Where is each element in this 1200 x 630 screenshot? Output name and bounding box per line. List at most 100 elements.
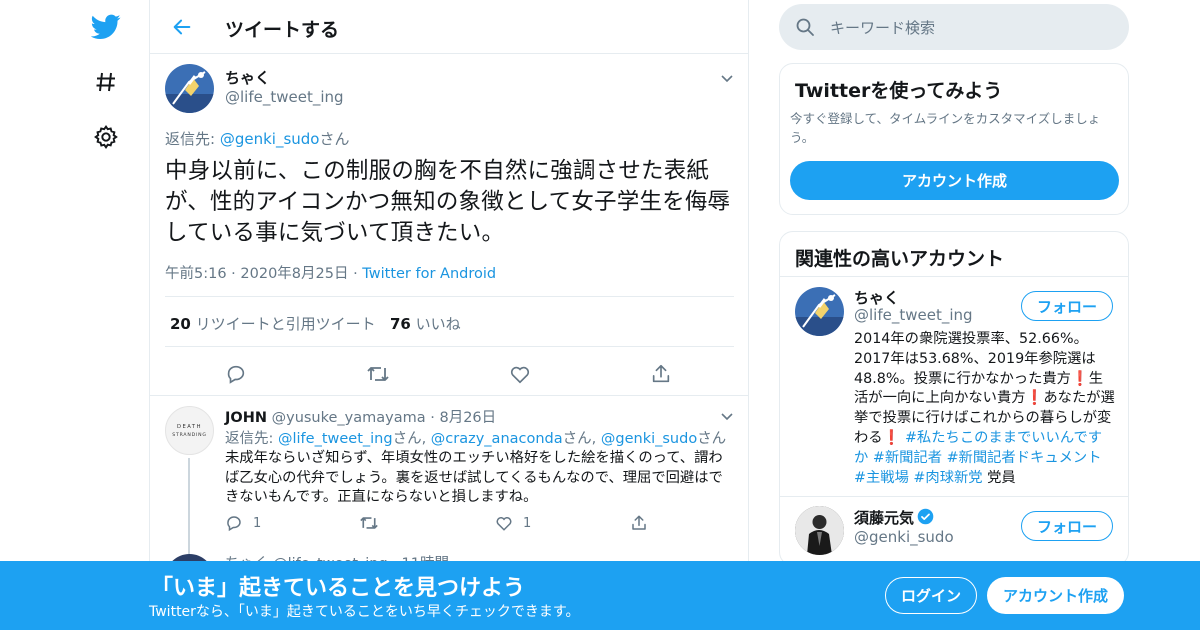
hashtag-link[interactable]: #肉球新党 — [913, 470, 982, 486]
main-tweet: ちゃく @life_tweet_ing 返信先: @genki_sudoさん 中… — [150, 54, 748, 396]
follow-button[interactable]: フォロー — [1021, 511, 1113, 541]
author-name[interactable]: JOHN — [225, 410, 267, 426]
heart-icon[interactable] — [506, 360, 534, 388]
timeline-column: ツイートする ちゃく @life_tweet_ing 返信先: @genki_s… — [149, 0, 749, 630]
reply-icon — [227, 516, 241, 532]
reply-icon[interactable] — [222, 360, 250, 388]
reply-header: JOHN @yusuke_yamayama · 8月26日 — [225, 406, 496, 427]
chevron-down-icon[interactable] — [719, 70, 735, 86]
tweet-actions: 1 1 — [225, 514, 725, 536]
avatar-logo-line-2: STRANDING — [172, 432, 206, 438]
search-input[interactable]: キーワード検索 — [830, 17, 935, 38]
search-bar[interactable]: キーワード検索 — [779, 4, 1129, 50]
hashtag-link[interactable]: #新聞記者ドキュメント — [947, 450, 1102, 466]
mention-link[interactable]: @crazy_anaconda — [431, 431, 563, 447]
like-button[interactable]: 1 — [495, 514, 531, 532]
page-title: ツイートする — [225, 19, 340, 41]
tweet-text: 未成年ならいざ知らず、年頃女性のエッチい格好をした絵を描くのって、謂わば乙女心の… — [225, 450, 723, 505]
retweet-stat[interactable]: 20 リツイートと引用ツイート — [170, 313, 376, 334]
reply-tweet[interactable]: DEATH STRANDING JOHN @yusuke_yamayama · … — [150, 396, 748, 558]
mention-suffix: さん — [562, 431, 592, 447]
banner-subtitle: Twitterなら、「いま」起きていることをいち早くチェックできます。 — [149, 604, 580, 620]
verified-badge-icon — [917, 508, 934, 529]
follow-button[interactable]: フォロー — [1021, 291, 1113, 321]
tweet-meta: 午前5:16 · 2020年8月25日 · Twitter for Androi… — [165, 262, 496, 283]
back-arrow-icon[interactable] — [164, 9, 200, 45]
like-count: 76 — [390, 315, 411, 333]
hashtag-link[interactable]: #主戦場 — [854, 470, 909, 486]
tweet-date[interactable]: 2020年8月25日 — [240, 266, 348, 282]
hashtag-icon[interactable] — [87, 63, 125, 101]
page-root: ツイートする ちゃく @life_tweet_ing 返信先: @genki_s… — [0, 0, 1200, 630]
tweet-stats: 20 リツイートと引用ツイート 76 いいね — [165, 296, 734, 347]
retweet-icon — [360, 517, 378, 529]
account-handle[interactable]: @genki_sudo — [854, 528, 954, 546]
timeline-header: ツイートする — [150, 0, 748, 54]
tweet-date[interactable]: 8月26日 — [439, 410, 496, 426]
avatar[interactable] — [795, 287, 844, 336]
share-button[interactable] — [630, 514, 648, 532]
login-button[interactable]: ログイン — [885, 577, 977, 614]
retweet-button[interactable] — [359, 514, 379, 532]
search-icon — [795, 17, 815, 37]
reply-to-line: 返信先: @genki_sudoさん — [165, 128, 349, 149]
left-nav — [75, 0, 137, 630]
mention-separator: , — [591, 431, 601, 447]
mention-suffix: さん — [697, 431, 727, 447]
like-stat[interactable]: 76 いいね — [390, 313, 461, 334]
account-name[interactable]: ちゃく — [854, 287, 899, 308]
mention-suffix: さん — [392, 431, 422, 447]
share-icon[interactable] — [647, 360, 675, 388]
signup-button[interactable]: アカウント作成 — [987, 577, 1124, 614]
create-account-button[interactable]: アカウント作成 — [790, 161, 1119, 200]
avatar[interactable] — [795, 506, 844, 555]
tweet-time[interactable]: 午前5:16 — [165, 266, 227, 282]
retweet-icon[interactable] — [364, 360, 392, 388]
signup-card-description: 今すぐ登録して、タイムラインをカスタマイズしましょう。 — [790, 111, 1101, 145]
account-name-text: 須藤元気 — [854, 509, 915, 527]
signup-card-title: Twitterを使ってみよう — [795, 80, 1003, 102]
retweet-count: 20 — [170, 315, 191, 333]
account-name[interactable]: 須藤元気 — [854, 507, 934, 529]
account-handle[interactable]: @life_tweet_ing — [854, 306, 973, 324]
like-label: いいね — [415, 315, 461, 333]
mention-link[interactable]: @genki_sudo — [220, 130, 320, 148]
mention-separator: , — [421, 431, 431, 447]
reply-count: 1 — [253, 515, 262, 531]
signup-card: Twitterを使ってみよう 今すぐ登録して、タイムラインをカスタマイズしましょ… — [779, 63, 1129, 215]
retweet-label: リツイートと引用ツイート — [195, 315, 376, 333]
tweet-source[interactable]: Twitter for Android — [362, 266, 496, 282]
like-count: 1 — [523, 515, 532, 531]
reply-to-prefix: 返信先: — [165, 130, 220, 148]
bio-text: 党員 — [982, 469, 1016, 486]
twitter-bird-icon[interactable] — [87, 8, 125, 46]
divider — [780, 496, 1128, 497]
author-name[interactable]: ちゃく — [225, 67, 270, 88]
chevron-down-icon[interactable] — [719, 408, 735, 424]
avatar[interactable] — [165, 64, 214, 113]
divider — [780, 276, 1128, 277]
heart-icon — [496, 517, 512, 531]
related-accounts-title: 関連性の高いアカウント — [795, 248, 1005, 270]
tweet-text: 中身以前に、この制服の胸を不自然に強調させた表紙が、性的アイコンかつ無知の象徴と… — [165, 158, 731, 246]
hashtag-link[interactable]: #新聞記者 — [873, 450, 942, 466]
banner-title: 「いま」起きていることを見つけよう — [151, 576, 526, 601]
meta-separator: · — [231, 266, 236, 282]
exclamation-icon: ❗ — [1070, 370, 1089, 387]
thread-line — [188, 458, 190, 558]
avatar[interactable]: DEATH STRANDING — [165, 406, 214, 455]
reply-button[interactable]: 1 — [225, 514, 261, 532]
reply-to-suffix: さん — [319, 130, 350, 148]
gear-icon[interactable] — [87, 118, 125, 156]
reply-to-line: 返信先: @life_tweet_ingさん, @crazy_anacondaさ… — [225, 427, 726, 448]
mention-link[interactable]: @genki_sudo — [601, 431, 697, 447]
author-handle[interactable]: @life_tweet_ing — [225, 88, 344, 106]
mention-link[interactable]: @life_tweet_ing — [278, 431, 393, 447]
reply-to-prefix: 返信先: — [225, 431, 278, 447]
account-bio: 2014年の衆院選投票率、52.66%。2017年は53.68%、2019年参院… — [854, 330, 1116, 488]
exclamation-icon: ❗ — [1025, 390, 1044, 407]
avatar-logo-line-1: DEATH — [177, 424, 202, 430]
bio-text: 2014年の衆院選投票率、52.66%。2017年は53.68%、2019年参院… — [854, 331, 1096, 387]
meta-separator: · — [353, 266, 358, 282]
author-handle[interactable]: @yusuke_yamayama — [272, 410, 426, 426]
